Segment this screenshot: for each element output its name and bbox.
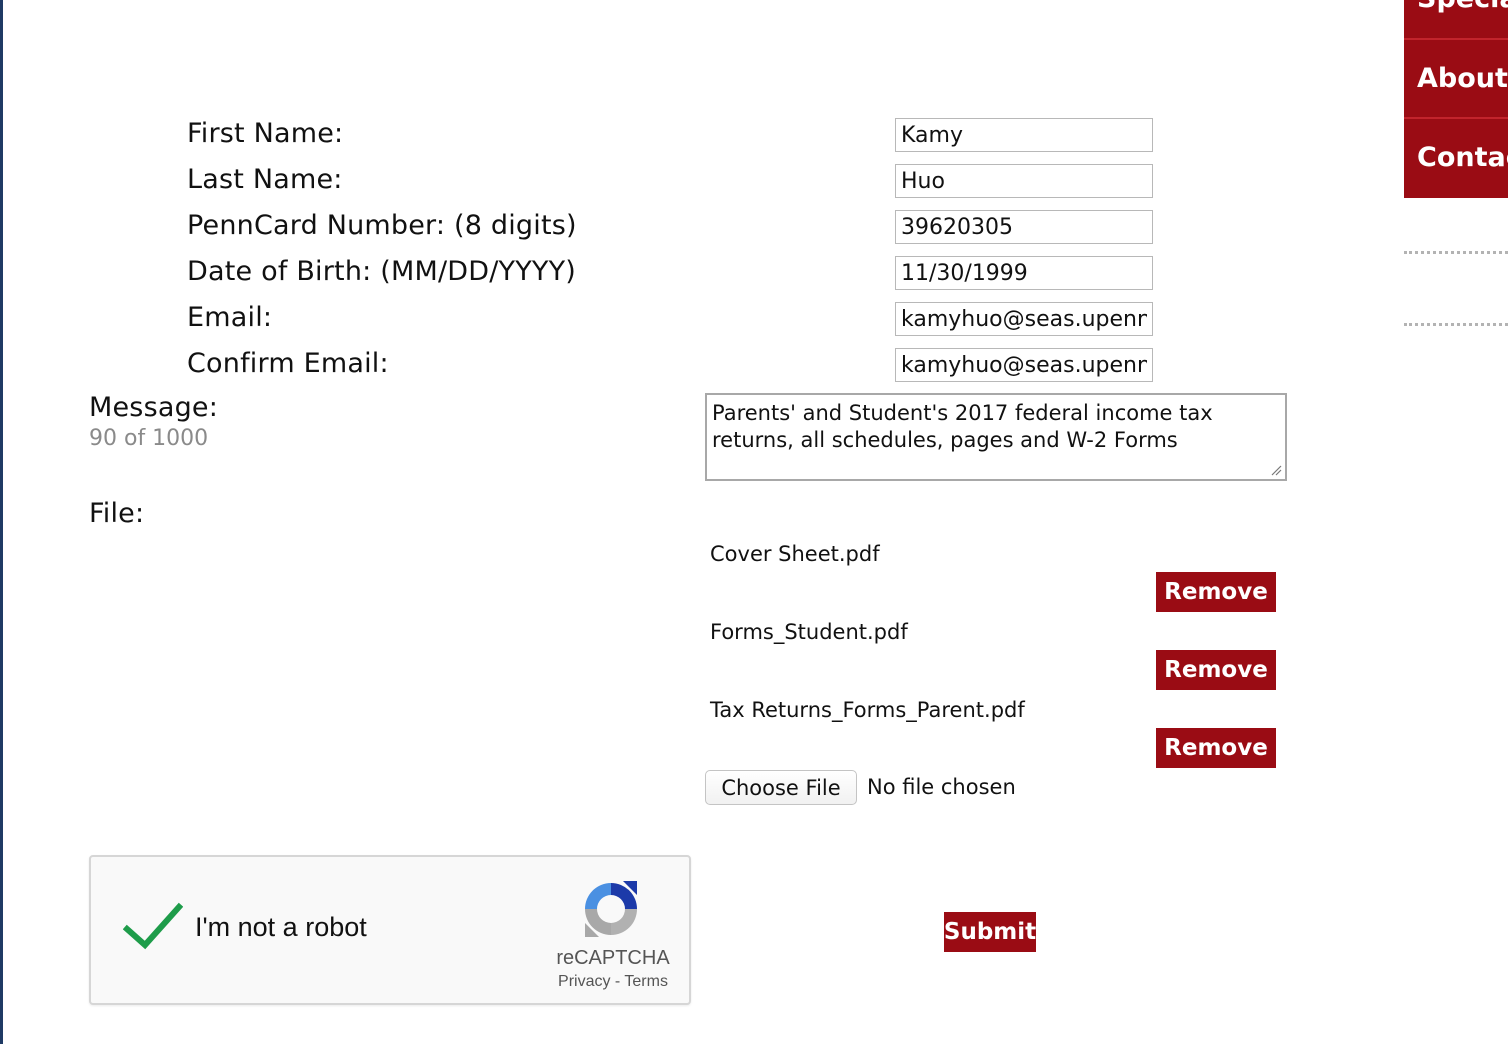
terms-link[interactable]: Terms — [624, 973, 668, 990]
recaptcha-brand-text: reCAPTCHA — [556, 947, 670, 969]
message-character-counter: 90 of 1000 — [89, 426, 209, 451]
remove-file-button[interactable]: Remove — [1156, 728, 1276, 768]
choose-file-button[interactable]: Choose File — [705, 770, 857, 805]
email-label: Email: — [187, 302, 273, 333]
last-name-input[interactable] — [895, 164, 1153, 198]
resize-grip-icon[interactable] — [1270, 464, 1282, 476]
left-page-border — [0, 0, 3, 1044]
attached-file-name: Forms_Student.pdf — [710, 620, 908, 644]
privacy-link[interactable]: Privacy — [558, 973, 610, 990]
side-menu-item-special[interactable]: Special — [1404, 0, 1508, 38]
first-name-label: First Name: — [187, 118, 344, 149]
checkmark-icon[interactable] — [123, 901, 183, 951]
sidebar-divider — [1404, 251, 1508, 254]
remove-file-button[interactable]: Remove — [1156, 572, 1276, 612]
attached-file-name: Cover Sheet.pdf — [710, 542, 880, 566]
message-label: Message: — [89, 392, 219, 423]
sidebar-divider — [1404, 323, 1508, 326]
file-label: File: — [89, 498, 145, 529]
message-text: Parents' and Student's 2017 federal inco… — [712, 401, 1213, 452]
side-menu-item-contact[interactable]: Contact — [1404, 117, 1508, 196]
remove-file-button[interactable]: Remove — [1156, 650, 1276, 690]
submit-button[interactable]: Submit — [944, 912, 1036, 952]
recaptcha-widget: I'm not a robot reCAPTCHA Privacy - Term… — [89, 855, 691, 1005]
confirm-email-input[interactable] — [895, 348, 1153, 382]
page: First Name: Last Name: PennCard Number: … — [0, 0, 1508, 1044]
penncard-number-input[interactable] — [895, 210, 1153, 244]
message-textarea[interactable]: Parents' and Student's 2017 federal inco… — [705, 393, 1287, 481]
penncard-number-label: PennCard Number: (8 digits) — [187, 210, 577, 241]
recaptcha-logo-icon — [585, 881, 637, 937]
first-name-input[interactable] — [895, 118, 1153, 152]
links-separator: - — [610, 973, 625, 990]
recaptcha-links: Privacy - Terms — [543, 973, 683, 991]
email-input[interactable] — [895, 302, 1153, 336]
last-name-label: Last Name: — [187, 164, 343, 195]
attached-file-name: Tax Returns_Forms_Parent.pdf — [710, 698, 1025, 722]
date-of-birth-label: Date of Birth: (MM/DD/YYYY) — [187, 256, 577, 287]
side-menu-item-about[interactable]: About S — [1404, 38, 1508, 117]
confirm-email-label: Confirm Email: — [187, 348, 389, 379]
recaptcha-label: I'm not a robot — [195, 912, 367, 942]
no-file-chosen-text: No file chosen — [867, 775, 1016, 799]
side-menu: Special About S Contact — [1404, 0, 1508, 198]
date-of-birth-input[interactable] — [895, 256, 1153, 290]
